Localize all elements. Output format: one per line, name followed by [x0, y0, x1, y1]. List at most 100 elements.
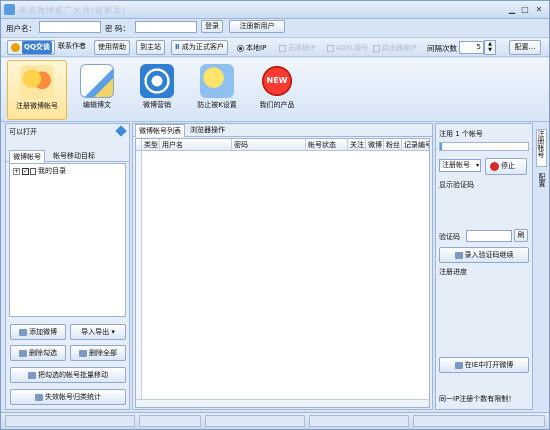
column-header[interactable]: 密码: [232, 139, 306, 151]
app-window: 新浪微博推广大师(破解版) ▁ □ ✕ 用户名： 密 码： 登录 注册新用户 Q…: [0, 0, 550, 430]
main-menu: 注册微博帐号 编辑博文 微博营销 防止被K设置 NEW 我们的产品: [1, 58, 549, 122]
vtab-register-account[interactable]: 注册帐号: [536, 129, 547, 167]
invalid-stats-button[interactable]: 失效帐号归类统计: [10, 389, 126, 405]
stop-label: 停止: [501, 162, 515, 170]
register-panel: 注用 1 个帐号 注册帐号 ▾ 停止 显示验证码 验证码 刷 录入验证码继续 注册…: [435, 123, 533, 410]
add-weibo-label: 添加微博: [29, 328, 57, 336]
interval-spinner[interactable]: ▲ ▼: [484, 40, 496, 55]
username-field[interactable]: [39, 21, 101, 33]
maximize-icon[interactable]: □: [519, 4, 531, 16]
edit-doc-icon: [80, 64, 114, 98]
column-header[interactable]: 类型: [142, 139, 160, 151]
add-weibo-button[interactable]: 添加微博: [10, 324, 66, 340]
column-header[interactable]: 记录编号: [402, 139, 429, 151]
open-in-ie-label: 在IE中打开微博: [464, 361, 514, 369]
document-icon: [30, 167, 36, 175]
tree-node-my-directory[interactable]: + ✓ 我的目录: [13, 166, 66, 176]
status-pane-5: [413, 415, 545, 427]
menu-edit-post-label: 编辑博文: [83, 101, 111, 109]
interval-input[interactable]: 5: [459, 41, 484, 54]
become-official-label: 成为正式客户: [181, 43, 224, 51]
status-pane-4: [309, 415, 409, 427]
eraser-icon: [19, 349, 27, 357]
captcha-input[interactable]: [466, 230, 512, 242]
become-official-button[interactable]: Ⅱ 成为正式客户: [171, 40, 228, 55]
menu-weibo-marketing-label: 微博营销: [143, 101, 171, 109]
ip-limit-note: 同一IP注册个数有限制！: [439, 395, 516, 403]
eraser-icon: [79, 349, 87, 357]
register-new-user-button[interactable]: 注册新用户: [229, 20, 285, 33]
tab-account-list[interactable]: 微博帐号列表: [135, 124, 185, 137]
menu-register-account[interactable]: 注册微博帐号: [7, 60, 67, 120]
status-pane-2: [139, 415, 201, 427]
register-mode-select[interactable]: 注册帐号 ▾: [439, 159, 481, 172]
checkbox-icon: [279, 44, 286, 52]
qq-chat-button[interactable]: QQ交谈: [7, 40, 55, 55]
status-pane-3: [205, 415, 305, 427]
stop-icon: [490, 161, 499, 171]
menu-weibo-marketing[interactable]: 微博营销: [127, 60, 187, 120]
add-icon: [19, 328, 27, 336]
import-export-button[interactable]: 导入导出 ▾: [70, 324, 126, 340]
delete-all-button[interactable]: 删除全部: [70, 345, 126, 361]
open-in-ie-button[interactable]: 在IE中打开微博: [439, 357, 529, 373]
register-mode-value: 注册帐号: [442, 161, 470, 169]
status-pane-1: [5, 415, 135, 427]
users-icon: [20, 65, 54, 99]
ip-option-2-label: 无限拨IP: [288, 44, 316, 52]
key-icon: [454, 251, 463, 259]
config-button[interactable]: 配置...: [509, 40, 541, 55]
delete-checked-button[interactable]: 删除勾选: [10, 345, 66, 361]
column-header[interactable]: 粉丝: [384, 139, 402, 151]
column-header[interactable]: 微博: [366, 139, 384, 151]
chevron-down-icon: ▾: [475, 162, 479, 169]
register-progress-top: [439, 142, 529, 151]
stop-button[interactable]: 停止: [485, 158, 527, 175]
horizontal-scrollbar[interactable]: [136, 399, 429, 407]
column-header[interactable]: 帐号状态: [306, 139, 348, 151]
ip-local-radio[interactable]: 本地IP: [237, 43, 266, 53]
vtab-config[interactable]: 配置: [536, 173, 547, 193]
column-header[interactable]: 用户名: [160, 139, 232, 151]
column-header[interactable]: 关注: [348, 139, 366, 151]
target-icon: [140, 64, 174, 98]
tab-weibo-account[interactable]: 微博帐号: [9, 150, 45, 163]
home-site-button[interactable]: 到主站: [136, 40, 165, 55]
menu-our-products-label: 我们的产品: [259, 101, 295, 109]
tree-node-label: 我的目录: [38, 167, 66, 175]
qq-chat-label: QQ交谈: [22, 41, 52, 54]
menu-edit-post[interactable]: 编辑博文: [67, 60, 127, 120]
menu-anti-ban-settings[interactable]: 防止被K设置: [187, 60, 247, 120]
contact-author-link[interactable]: 联系作者: [55, 40, 89, 55]
dropdown-arrow-icon: ▾: [111, 328, 115, 336]
account-panel: 可以打开 微博帐号 帐号移动目标 + ✓ 我的目录 添加微博 导入导出 ▾ 删除勾选…: [5, 123, 130, 410]
ie-icon: [454, 361, 463, 369]
tab-move-target[interactable]: 帐号移动目标: [50, 150, 98, 162]
login-button[interactable]: 登录: [201, 20, 223, 33]
password-label: 密 码：: [105, 24, 130, 33]
invalid-stats-label: 失效帐号归类统计: [45, 393, 101, 401]
chart-icon: Ⅱ: [175, 43, 180, 51]
menu-anti-ban-settings-label: 防止被K设置: [197, 101, 237, 109]
menu-our-products[interactable]: NEW 我们的产品: [247, 60, 307, 120]
minimize-icon[interactable]: ▁: [506, 4, 518, 16]
password-field[interactable]: [135, 21, 197, 33]
account-grid[interactable]: 类型 用户名 密码 帐号状态 关注 微博 粉丝 记录编号: [135, 138, 430, 408]
refresh-captcha-button[interactable]: 刷: [514, 229, 528, 242]
toolbar: QQ交谈 联系作者 使用帮助 到主站 Ⅱ 成为正式客户 本地IP 无限拨IP A…: [1, 37, 549, 57]
row-header: [136, 151, 142, 399]
expand-icon[interactable]: +: [13, 167, 20, 175]
tab-browser-ops[interactable]: 浏览器操作: [187, 124, 228, 136]
delete-all-label: 删除全部: [89, 349, 117, 357]
help-button[interactable]: 使用帮助: [94, 40, 130, 55]
close-icon[interactable]: ✕: [533, 4, 545, 16]
enter-captcha-button[interactable]: 录入验证码继续: [439, 247, 529, 263]
captcha-label: 验证码: [439, 233, 460, 241]
account-tree: + ✓ 我的目录: [9, 163, 126, 317]
ip-option-3-label: ADSL拨号: [336, 44, 369, 52]
grid-header: 类型 用户名 密码 帐号状态 关注 微博 粉丝 记录编号: [136, 139, 429, 151]
batch-move-button[interactable]: 把勾选的帐号批量移动: [10, 367, 126, 383]
checkbox-checked-icon[interactable]: ✓: [22, 167, 29, 175]
new-badge-icon: NEW: [260, 64, 294, 98]
move-icon: [28, 371, 36, 379]
